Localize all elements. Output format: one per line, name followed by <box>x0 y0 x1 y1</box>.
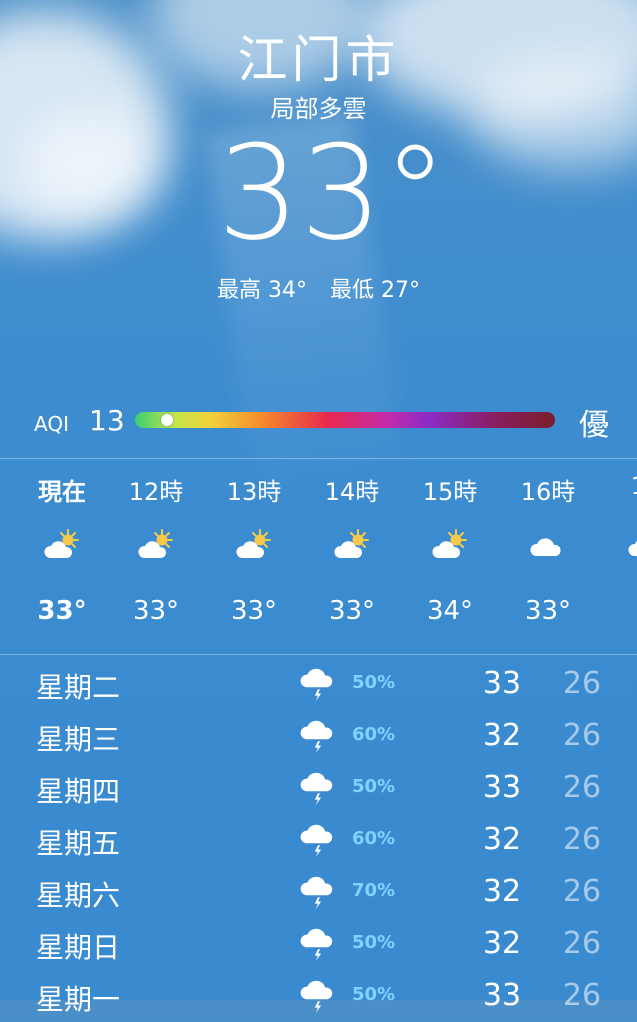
day-low: 26 <box>562 770 602 805</box>
aqi-label: AQI <box>34 412 69 436</box>
hourly-time: 12時 <box>128 478 184 506</box>
hourly-time: 16時 <box>520 478 576 506</box>
partly-sunny-icon <box>234 526 274 566</box>
hourly-temperature: 33° <box>328 596 376 626</box>
hourly-temperature: 34° <box>426 596 474 626</box>
high-low: 最高 34° 最低 27° <box>0 276 637 306</box>
day-low: 26 <box>562 978 602 1013</box>
thunderstorm-icon <box>298 818 340 860</box>
divider <box>0 654 637 655</box>
day-high: 33 <box>482 666 522 701</box>
day-name: 星期一 <box>36 983 121 1016</box>
precipitation-chance: 50% <box>352 672 396 693</box>
day-high: 32 <box>482 718 522 753</box>
hourly-temperature: 33° <box>132 596 180 626</box>
day-low: 26 <box>562 874 602 909</box>
thunderstorm-icon <box>298 662 340 704</box>
precipitation-chance: 70% <box>352 880 396 901</box>
daily-row: 星期三 60% 32 26 <box>0 710 637 762</box>
cloud-icon <box>528 526 568 566</box>
aqi-category: 優 <box>579 408 609 443</box>
hourly-time: 14時 <box>324 478 380 506</box>
day-name: 星期三 <box>36 723 121 756</box>
day-name: 星期五 <box>36 827 121 860</box>
low-temperature: 最低 27° <box>330 278 420 303</box>
hourly-temperature: 33° <box>524 596 572 626</box>
aqi-value: 13 <box>89 404 125 437</box>
hourly-temperature: 33° <box>37 596 87 626</box>
aqi-indicator-dot <box>161 414 173 426</box>
hourly-time: 現在 <box>38 478 86 506</box>
day-low: 26 <box>562 718 602 753</box>
hourly-temperature: 33° <box>230 596 278 626</box>
precipitation-chance: 50% <box>352 932 396 953</box>
partly-sunny-icon <box>42 526 82 566</box>
hourly-temperature: 3 <box>596 596 637 626</box>
day-high: 32 <box>482 926 522 961</box>
precipitation-chance: 50% <box>352 984 396 1005</box>
hourly-forecast[interactable]: 現在 33° 12時 33° 13時 33° 14時 33° 15時 34° 16時 33° 17 3 <box>0 462 637 652</box>
day-name: 星期六 <box>36 879 121 912</box>
daily-row: 星期六 70% 32 26 <box>0 866 637 918</box>
precipitation-chance: 50% <box>352 776 396 797</box>
high-temperature: 最高 34° <box>217 278 307 303</box>
day-low: 26 <box>562 822 602 857</box>
day-low: 26 <box>562 926 602 961</box>
precipitation-chance: 60% <box>352 724 396 745</box>
current-temperature: 33° <box>217 117 448 269</box>
precipitation-chance: 60% <box>352 828 396 849</box>
daily-row: 星期二 50% 33 26 <box>0 658 637 710</box>
day-name: 星期日 <box>36 931 121 964</box>
day-high: 33 <box>482 770 522 805</box>
hourly-time: 17 <box>596 472 637 500</box>
aqi-scale-bar <box>135 412 555 428</box>
hourly-time: 15時 <box>422 478 478 506</box>
current-weather-header: 江门市 局部多雲 33° 最高 34° 最低 27° <box>0 28 637 306</box>
partly-sunny-icon <box>136 526 176 566</box>
hourly-time: 13時 <box>226 478 282 506</box>
thunderstorm-icon <box>298 974 340 1016</box>
partly-sunny-icon <box>430 526 470 566</box>
day-name: 星期二 <box>36 671 121 704</box>
daily-forecast[interactable]: 星期二 50% 33 26 星期三 60% 32 26 星期四 50% 33 26 星期五 60% 32 26… <box>0 658 637 1022</box>
cloud-icon <box>626 526 637 566</box>
thunderstorm-icon <box>298 922 340 964</box>
day-high: 33 <box>482 978 522 1013</box>
day-high: 32 <box>482 874 522 909</box>
day-high: 32 <box>482 822 522 857</box>
thunderstorm-icon <box>298 870 340 912</box>
city-name: 江门市 <box>237 31 400 89</box>
daily-row: 星期五 60% 32 26 <box>0 814 637 866</box>
day-name: 星期四 <box>36 775 121 808</box>
divider <box>0 458 637 459</box>
partly-sunny-icon <box>332 526 372 566</box>
thunderstorm-icon <box>298 714 340 756</box>
day-low: 26 <box>562 666 602 701</box>
daily-row: 星期一 50% 33 26 <box>0 970 637 1022</box>
thunderstorm-icon <box>298 766 340 808</box>
daily-row: 星期日 50% 32 26 <box>0 918 637 970</box>
daily-row: 星期四 50% 33 26 <box>0 762 637 814</box>
aqi-row[interactable]: AQI 13 優 <box>34 400 609 443</box>
